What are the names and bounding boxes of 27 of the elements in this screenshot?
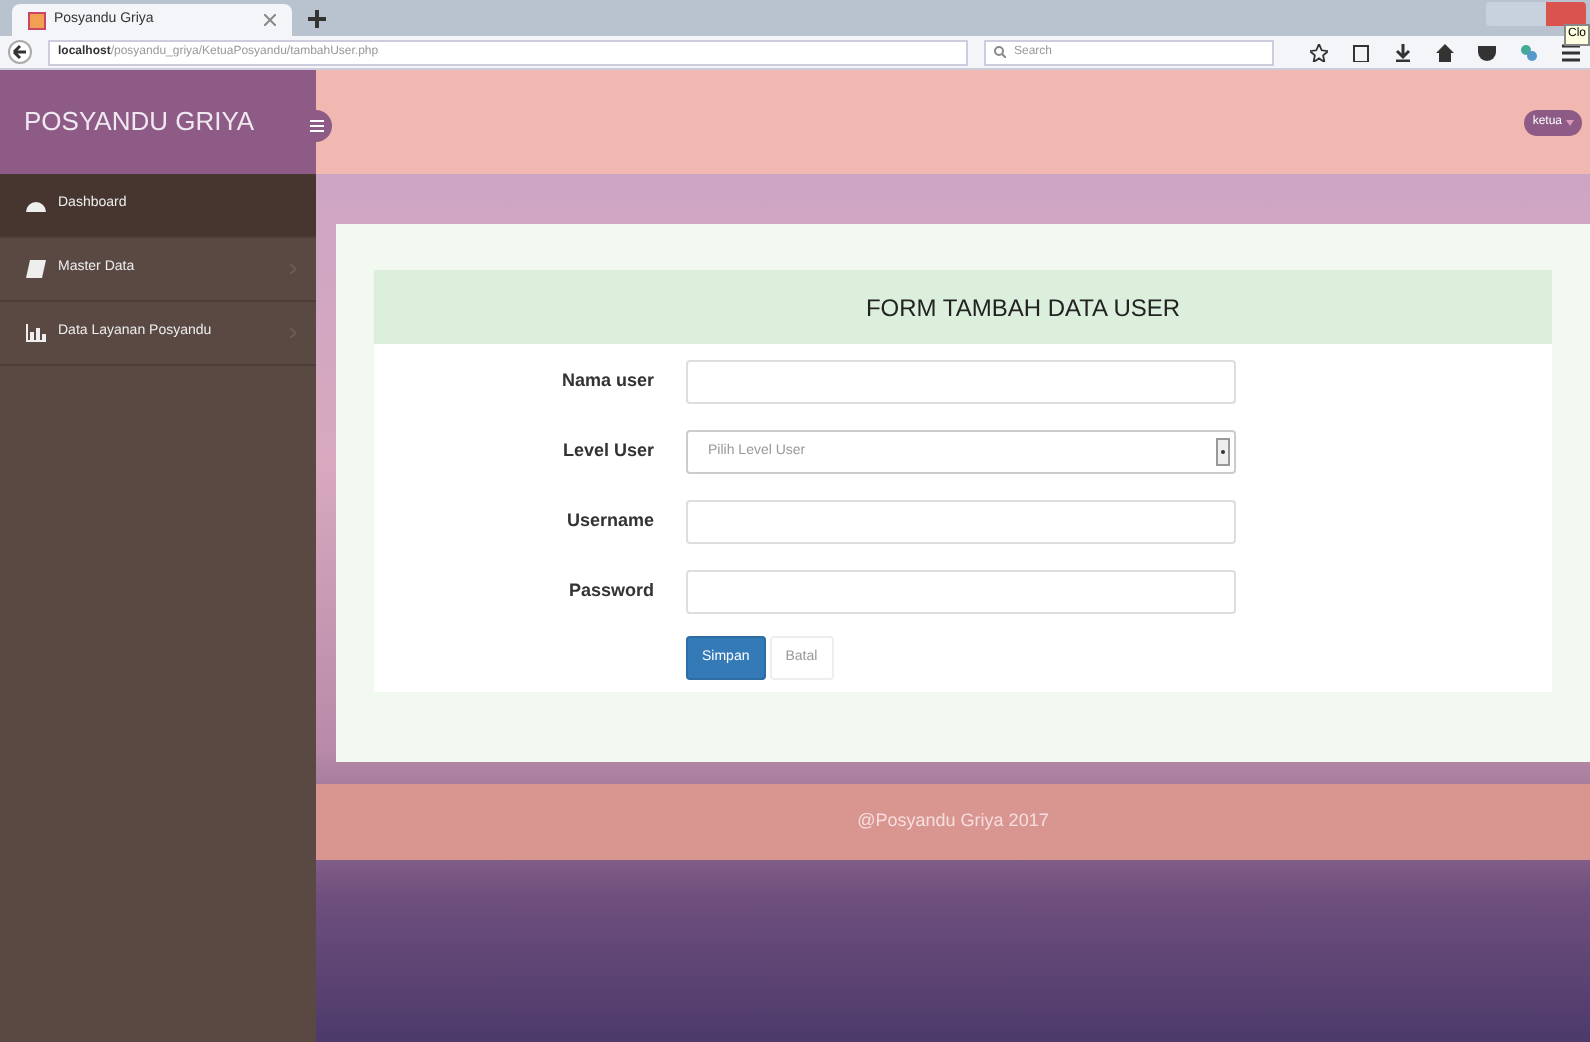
dropdown-icon [1216, 438, 1230, 466]
home-icon[interactable] [1436, 43, 1454, 61]
star-icon[interactable] [1310, 43, 1328, 61]
bar-chart-icon [26, 324, 46, 342]
menu-icon [309, 120, 323, 132]
favicon-icon [28, 11, 46, 29]
new-tab-icon[interactable] [308, 10, 326, 28]
menu-icon[interactable] [1562, 43, 1580, 61]
password-field[interactable] [686, 570, 1236, 614]
shield-icon[interactable] [1478, 43, 1496, 61]
download-icon[interactable] [1394, 43, 1412, 61]
field-label: Level User [560, 438, 654, 465]
caret-icon [1566, 119, 1574, 125]
field-label: Username [564, 508, 654, 535]
close-icon[interactable] [264, 14, 276, 26]
input-field[interactable] [686, 360, 1236, 404]
book-icon [26, 260, 46, 278]
field-label: Password [566, 578, 654, 605]
input-field[interactable] [686, 500, 1236, 544]
form-title: FORM TAMBAH DATA USER [865, 291, 1181, 325]
footer-text: @Posyandu Griya 2017 [857, 808, 1049, 835]
field-label: Nama user [559, 368, 654, 395]
dashboard-icon [26, 196, 46, 214]
brand-title: POSYANDU GRIYA [24, 104, 255, 141]
window-controls[interactable] [1486, 2, 1586, 26]
search-icon [994, 46, 1006, 58]
back-icon[interactable] [8, 40, 32, 64]
